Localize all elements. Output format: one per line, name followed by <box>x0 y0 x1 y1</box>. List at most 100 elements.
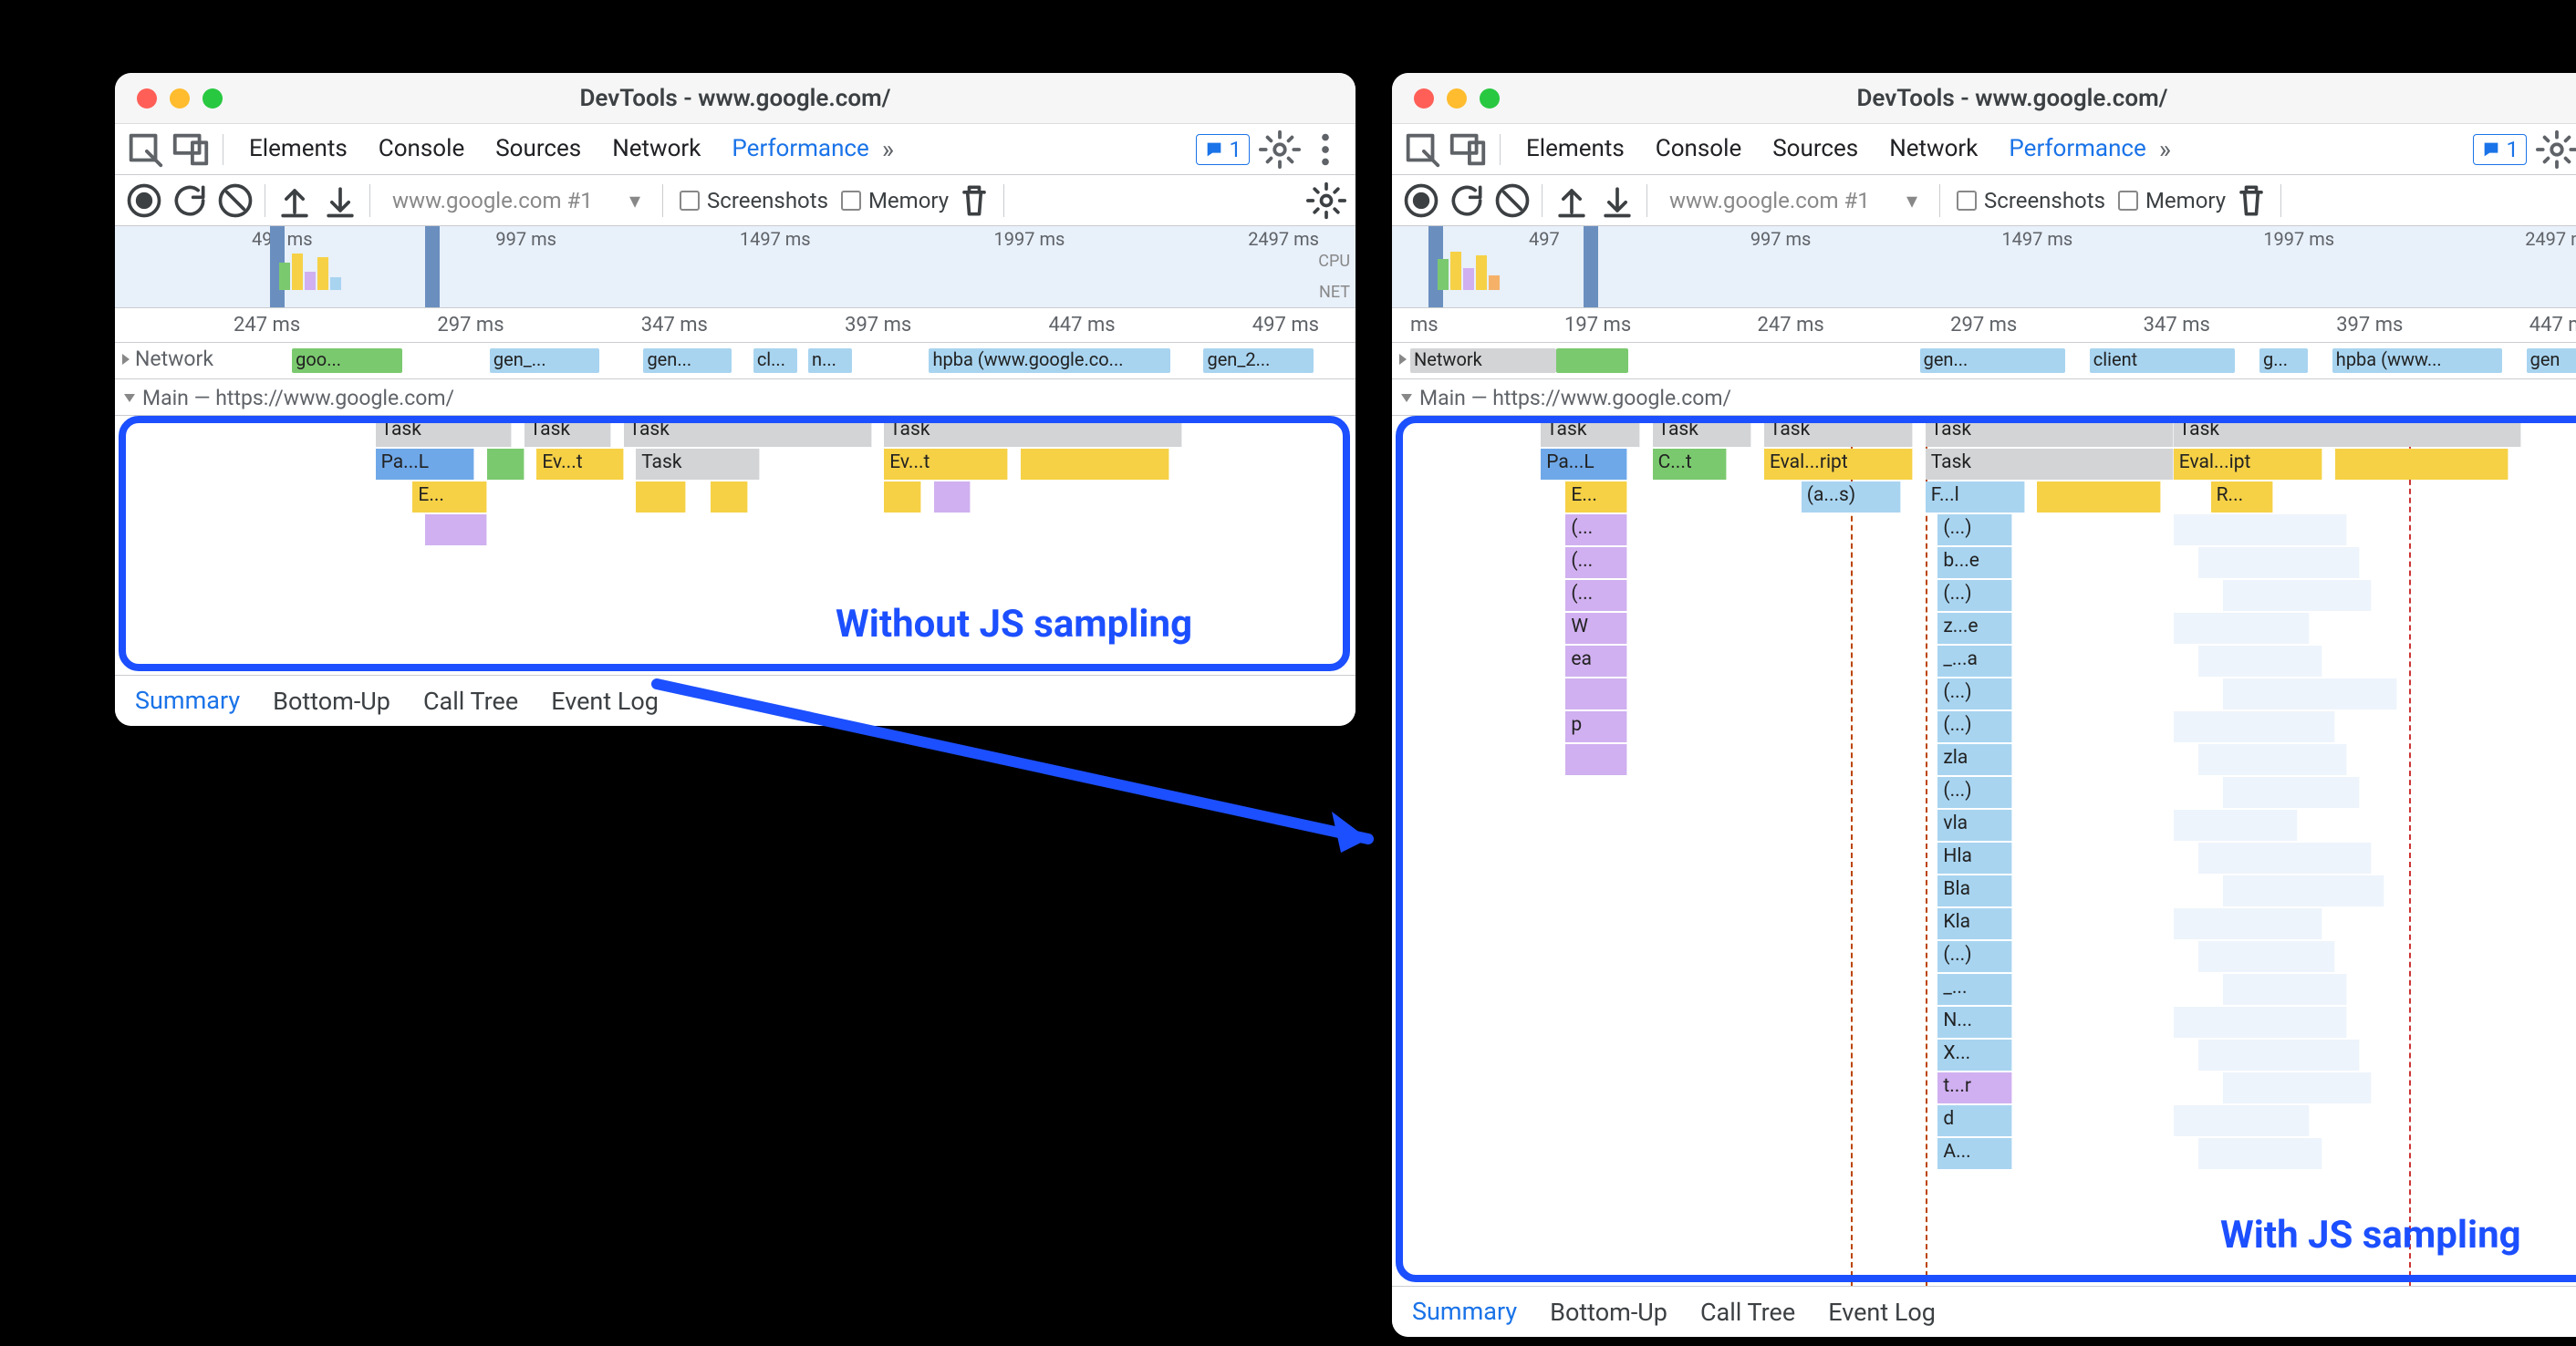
inspect-icon[interactable] <box>124 129 166 171</box>
flame-cell[interactable] <box>2198 744 2347 775</box>
flame-cell[interactable] <box>2174 908 2322 939</box>
flame-cell[interactable]: Task <box>624 416 872 447</box>
close-icon[interactable] <box>137 88 157 109</box>
flame-cell[interactable]: Task <box>525 416 611 447</box>
flame-cell[interactable] <box>934 481 971 513</box>
minimize-icon[interactable] <box>1447 88 1467 109</box>
network-bar[interactable]: Network <box>1410 348 1556 373</box>
tab-performance[interactable]: Performance <box>730 135 870 178</box>
flame-cell[interactable] <box>2223 875 2384 906</box>
flame-cell[interactable]: Eval...ipt <box>2174 449 2322 480</box>
network-bar[interactable]: goo... <box>292 348 401 373</box>
flame-chart[interactable]: TaskTaskTaskTaskTaskPa...LC...tEval...ri… <box>1392 416 2576 1286</box>
flame-cell[interactable]: E... <box>1565 481 1627 513</box>
more-tabs-icon[interactable]: » <box>2152 134 2178 164</box>
traffic-lights[interactable] <box>137 88 223 109</box>
flame-cell[interactable] <box>884 481 921 513</box>
network-lane[interactable]: Network Networkgen...clientg...hpba (www… <box>1392 343 2576 379</box>
network-bar[interactable]: gen_... <box>490 348 599 373</box>
tab-elements[interactable]: Elements <box>1524 135 1626 163</box>
flame-cell[interactable] <box>2335 449 2508 480</box>
flame-cell[interactable]: Eval...ript <box>1764 449 1913 480</box>
network-bar[interactable]: hpba (www... <box>2332 348 2502 373</box>
upload-icon[interactable] <box>1552 181 1592 221</box>
record-icon[interactable] <box>1401 181 1441 221</box>
flame-cell[interactable]: Pa...L <box>1541 449 1627 480</box>
flame-cell[interactable]: Task <box>1541 416 1640 447</box>
flame-cell[interactable] <box>1021 449 1169 480</box>
maximize-icon[interactable] <box>203 88 223 109</box>
download-icon[interactable] <box>320 181 360 221</box>
traffic-lights[interactable] <box>1414 88 1500 109</box>
flame-cell[interactable]: Task <box>636 449 760 480</box>
record-icon[interactable] <box>124 181 164 221</box>
flame-cell[interactable] <box>2223 974 2347 1005</box>
maximize-icon[interactable] <box>1480 88 1500 109</box>
flame-cell[interactable] <box>2223 1072 2372 1103</box>
time-ruler[interactable]: ms197 ms247 ms297 ms347 ms397 ms447 ms <box>1392 308 2576 343</box>
flame-cell[interactable] <box>2198 941 2335 972</box>
tab-console[interactable]: Console <box>1654 135 1743 163</box>
flame-cell[interactable] <box>2198 843 2372 874</box>
network-bar[interactable] <box>1556 348 1629 373</box>
flame-cell[interactable] <box>2174 810 2298 841</box>
flame-cell[interactable]: C...t <box>1653 449 1728 480</box>
recording-dropdown[interactable]: www.google.com #1▾ <box>1657 188 1930 213</box>
network-bar[interactable]: gen... <box>643 348 731 373</box>
tab-performance[interactable]: Performance <box>2007 135 2147 178</box>
expand-icon[interactable] <box>122 354 130 365</box>
tab-bottomup[interactable]: Bottom-Up <box>273 687 390 716</box>
flame-cell[interactable]: R... <box>2211 481 2273 513</box>
overview-minimap[interactable]: 497997 ms1497 ms1997 ms2497 ms CPU NET <box>1392 226 2576 308</box>
kebab-icon[interactable] <box>1304 129 1346 171</box>
flame-cell[interactable]: E... <box>412 481 487 513</box>
flame-cell[interactable]: Task <box>2174 416 2521 447</box>
expand-icon[interactable] <box>1399 354 1407 365</box>
network-bar[interactable]: gen <box>2527 348 2576 373</box>
tab-console[interactable]: Console <box>377 135 466 163</box>
screenshots-checkbox[interactable]: Screenshots <box>680 188 828 213</box>
clear-icon[interactable] <box>215 181 255 221</box>
tab-summary[interactable]: Summary <box>1412 1297 1517 1337</box>
network-bar[interactable]: hpba (www.google.co... <box>929 348 1170 373</box>
upload-icon[interactable] <box>275 181 315 221</box>
tab-sources[interactable]: Sources <box>1771 135 1860 163</box>
collapse-icon[interactable] <box>1401 394 1412 402</box>
range-handle-right[interactable] <box>1584 226 1598 307</box>
device-icon[interactable] <box>170 129 212 171</box>
memory-checkbox[interactable]: Memory <box>2118 188 2226 213</box>
tab-bottomup[interactable]: Bottom-Up <box>1550 1298 1667 1327</box>
flame-cell[interactable] <box>711 481 748 513</box>
issues-badge[interactable]: 1 <box>2473 134 2528 165</box>
device-icon[interactable] <box>1447 129 1489 171</box>
flame-cell[interactable] <box>2198 547 2360 578</box>
flame-cell[interactable] <box>487 449 525 480</box>
capture-settings-icon[interactable] <box>1306 181 1346 221</box>
time-ruler[interactable]: 247 ms297 ms347 ms397 ms447 ms497 ms <box>115 308 1356 343</box>
flame-cell[interactable]: Task <box>1764 416 1913 447</box>
gc-icon[interactable] <box>954 181 994 221</box>
flame-cell[interactable]: Pa...L <box>376 449 475 480</box>
flame-cell[interactable] <box>425 514 487 545</box>
network-bar[interactable]: n... <box>808 348 852 373</box>
reload-icon[interactable] <box>170 181 210 221</box>
flame-cell[interactable] <box>2174 613 2311 644</box>
flame-cell[interactable] <box>636 481 685 513</box>
network-lane[interactable]: Network goo...gen_...gen...cl...n...hpba… <box>115 343 1356 379</box>
tab-network[interactable]: Network <box>610 135 702 163</box>
gc-icon[interactable] <box>2231 181 2271 221</box>
recording-dropdown[interactable]: www.google.com #1▾ <box>379 188 653 213</box>
clear-icon[interactable] <box>1492 181 1532 221</box>
tab-network[interactable]: Network <box>1887 135 1979 163</box>
flame-cell[interactable]: Ev...t <box>536 449 623 480</box>
network-bar[interactable]: gen... <box>1920 348 2066 373</box>
flame-cell[interactable] <box>2198 1138 2322 1169</box>
tab-sources[interactable]: Sources <box>493 135 583 163</box>
flame-cell[interactable] <box>2174 514 2347 545</box>
tab-elements[interactable]: Elements <box>247 135 349 163</box>
network-bar[interactable]: gen_2... <box>1203 348 1313 373</box>
flame-cell[interactable]: Task <box>376 416 513 447</box>
flame-cell[interactable] <box>2223 580 2372 611</box>
flame-cell[interactable] <box>2174 711 2335 742</box>
range-handle-right[interactable] <box>425 226 440 307</box>
